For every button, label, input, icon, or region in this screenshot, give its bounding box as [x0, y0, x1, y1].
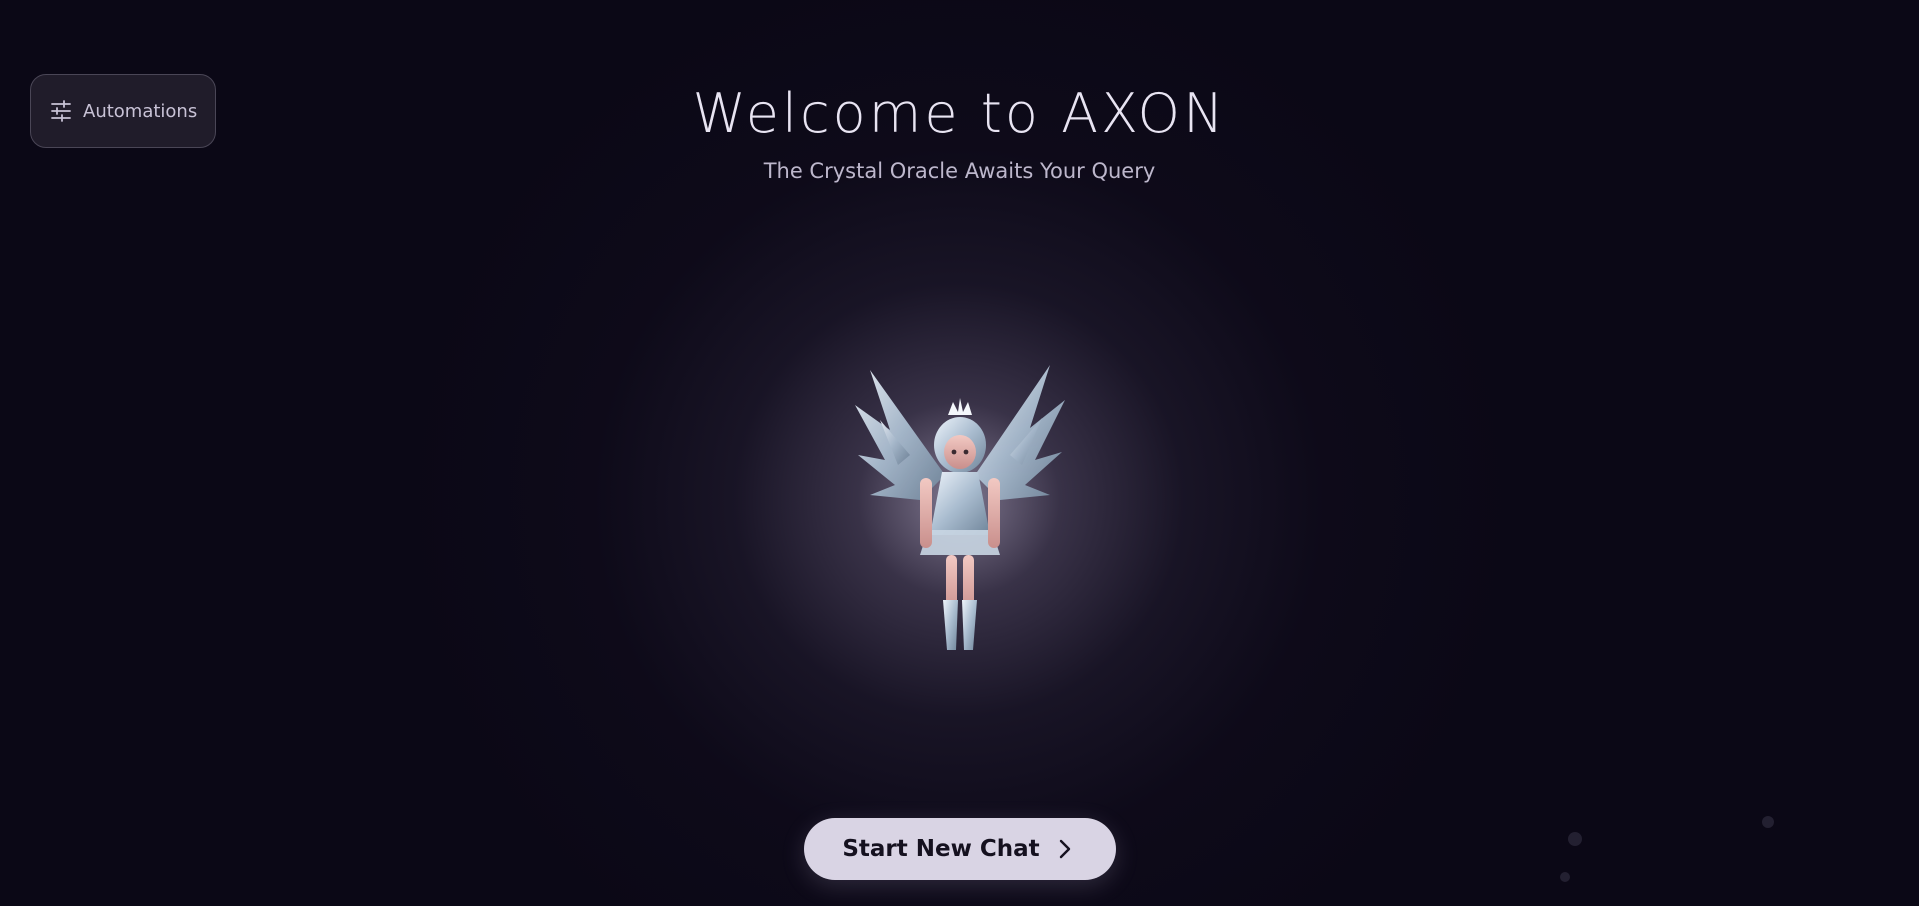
crystal-oracle-figure: [855, 365, 1065, 650]
background-particle: [1762, 816, 1774, 828]
page-subtitle: The Crystal Oracle Awaits Your Query: [763, 159, 1156, 183]
welcome-screen: Automations Welcome to AXON The Crystal …: [0, 0, 1919, 906]
start-new-chat-label: Start New Chat: [842, 836, 1040, 862]
start-new-chat-button[interactable]: Start New Chat: [804, 818, 1116, 880]
page-title: Welcome to AXON: [692, 82, 1227, 145]
chevron-right-icon: [1058, 839, 1078, 859]
background-particle: [1568, 832, 1582, 846]
background-particle: [1560, 872, 1570, 882]
